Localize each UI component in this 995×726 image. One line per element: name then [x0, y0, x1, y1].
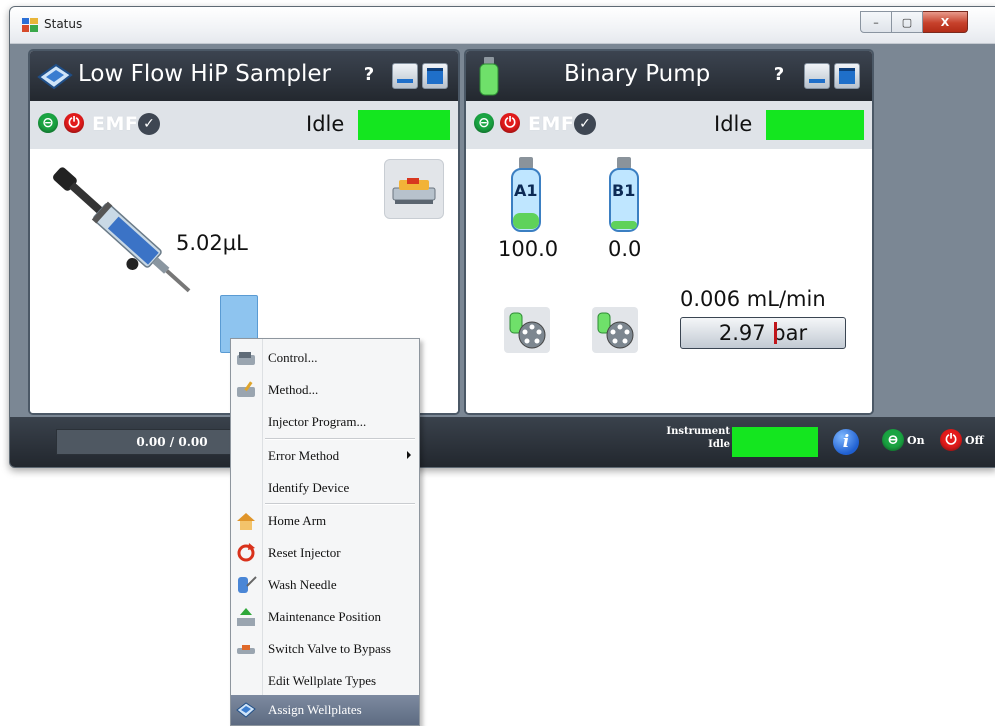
home-icon [237, 513, 255, 530]
pump-on-icon[interactable]: ⊖ [474, 113, 494, 133]
instrument-status-bar: 0.00 / 0.00 Instrument Idle i ⊖ On ⏻ Off [10, 417, 995, 467]
sampler-status-bar: ⊖ ⏻ EMF ✓ Idle [30, 101, 458, 150]
flow-rate: 0.006 mL/min [680, 287, 826, 311]
pump-emf-check-icon: ✓ [574, 113, 596, 135]
window-title: Status [44, 17, 83, 31]
app-icon [22, 18, 38, 32]
bottle-b1-value: 0.0 [608, 237, 642, 261]
bottle-b1-label: B1 [612, 181, 636, 200]
menu-item-injector-program[interactable]: Injector Program... [231, 407, 419, 437]
maintenance-icon [237, 608, 255, 626]
sampler-tray-button[interactable] [384, 159, 444, 219]
off-label: Off [965, 433, 984, 447]
instrument-off-button[interactable]: ⏻ Off [940, 429, 984, 451]
pump-title: Binary Pump [564, 61, 711, 87]
assign-wellplates-icon [236, 702, 256, 718]
injection-volume: 5.02µL [176, 231, 248, 255]
pump-maximize-button[interactable] [834, 63, 860, 89]
menu-item-maintenance-position[interactable]: Maintenance Position [231, 602, 419, 632]
sampler-control-icon [237, 352, 255, 365]
sampler-on-icon[interactable]: ⊖ [38, 113, 58, 133]
minimize-button[interactable]: – [860, 11, 892, 33]
sampler-maximize-button[interactable] [422, 63, 448, 89]
menu-item-assign-wellplates[interactable]: Assign Wellplates [231, 695, 419, 725]
bypass-icon [237, 645, 255, 654]
instrument-on-button[interactable]: ⊖ On [882, 429, 925, 451]
sampler-status-label: Idle [306, 112, 345, 136]
pump-body: A1 100.0 B1 0.0 0.006 mL/min 2.97 bar [466, 149, 872, 413]
on-label: On [907, 433, 925, 447]
title-bar: Status – ▢ X [10, 7, 995, 44]
restore-button[interactable]: ▢ [892, 11, 923, 33]
menu-item-home-arm[interactable]: Home Arm [231, 506, 419, 536]
pump-help-button[interactable]: ? [766, 63, 792, 87]
close-icon: X [940, 15, 950, 29]
sampler-help-button[interactable]: ? [356, 63, 382, 87]
sampler-title: Low Flow HiP Sampler [78, 61, 331, 87]
menu-item-identify-device[interactable]: Identify Device [231, 473, 419, 503]
sampler-tray-icon [392, 178, 436, 204]
bottle-a1-label: A1 [514, 181, 538, 200]
method-icon [237, 381, 255, 397]
menu-item-control[interactable]: Control... [231, 343, 419, 373]
sampler-status-indicator [358, 110, 450, 140]
instrument-state: Idle [708, 439, 730, 450]
pump-emf-label: EMF [528, 113, 575, 135]
submenu-arrow-icon [407, 451, 411, 459]
solvent-valve-a-button[interactable] [504, 307, 550, 353]
reset-icon [237, 543, 255, 562]
pressure-display: 2.97 bar [680, 317, 846, 349]
pump-status-indicator [766, 110, 864, 140]
menu-item-edit-wellplate-types[interactable]: Edit Wellplate Types [231, 666, 419, 696]
status-window: Status – ▢ X Low Flow HiP Sampler ? ⊖ ⏻ … [9, 6, 995, 468]
pump-status-label: Idle [714, 112, 753, 136]
sampler-emf-check-icon: ✓ [138, 113, 160, 135]
menu-item-switch-valve-bypass[interactable]: Switch Valve to Bypass [231, 634, 419, 664]
power-on-icon: ⊖ [882, 429, 904, 451]
pump-status-bar: ⊖ ⏻ EMF ✓ Idle [466, 101, 872, 150]
power-off-icon: ⏻ [940, 429, 962, 451]
window-controls: – ▢ X [860, 11, 968, 33]
menu-separator [265, 503, 415, 505]
menu-item-wash-needle[interactable]: Wash Needle [231, 570, 419, 600]
pump-panel: Binary Pump ? ⊖ ⏻ EMF ✓ Idle A1 100.0 B1… [464, 49, 874, 415]
solvent-valve-b-button[interactable] [592, 307, 638, 353]
instrument-status-label: Instrument Idle [640, 425, 730, 451]
valve-icon [597, 312, 634, 349]
sampler-header: Low Flow HiP Sampler ? [30, 51, 458, 101]
syringe-icon [53, 167, 191, 293]
pump-off-icon[interactable]: ⏻ [500, 113, 520, 133]
pump-module-icon [479, 57, 499, 96]
sampler-emf-label: EMF [92, 113, 139, 135]
sampler-off-icon[interactable]: ⏻ [64, 113, 84, 133]
menu-item-reset-injector[interactable]: Reset Injector [231, 538, 419, 568]
sampler-context-menu: Control... Method... Injector Program...… [230, 338, 420, 726]
info-icon[interactable]: i [833, 429, 859, 455]
menu-separator [265, 438, 415, 440]
pump-header: Binary Pump ? [466, 51, 872, 101]
restore-icon: ▢ [901, 15, 913, 29]
menu-item-method[interactable]: Method... [231, 375, 419, 405]
minimize-icon: – [873, 15, 879, 29]
close-button[interactable]: X [923, 11, 968, 33]
instrument-label: Instrument [666, 426, 730, 437]
pressure-value: 2.97 bar [718, 321, 808, 345]
sampler-module-icon [37, 63, 73, 90]
valve-icon [509, 312, 546, 349]
menu-item-error-method[interactable]: Error Method [231, 441, 419, 471]
bottle-a1-value: 100.0 [498, 237, 559, 261]
sampler-minimize-button[interactable] [392, 63, 418, 89]
pump-minimize-button[interactable] [804, 63, 830, 89]
pressure-limit-marker [774, 322, 777, 344]
wash-needle-icon [238, 576, 257, 593]
instrument-status-indicator [732, 427, 818, 457]
